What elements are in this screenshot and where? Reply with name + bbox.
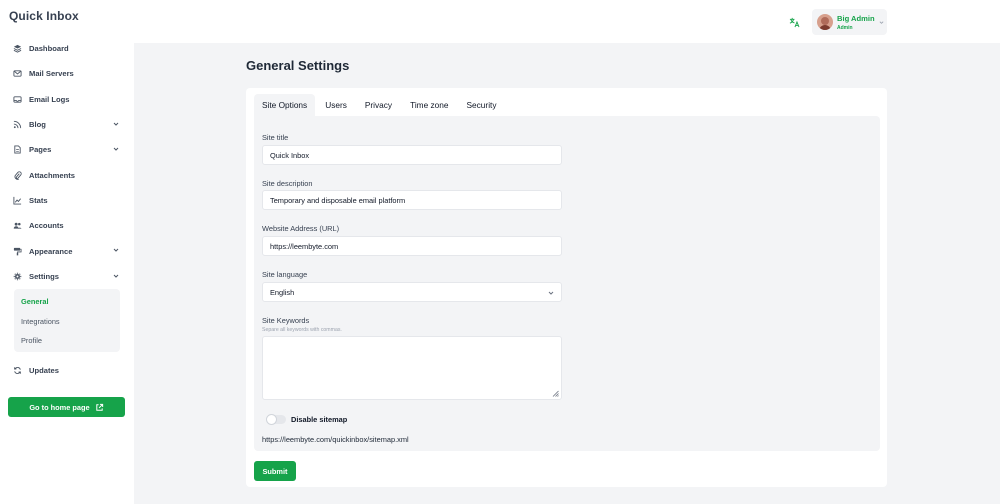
site-description-label: Site description	[262, 179, 313, 188]
sidebar-item-pages[interactable]: Pages	[0, 137, 134, 162]
chevron-down-icon	[113, 122, 119, 126]
sidebar: Quick Inbox Dashboard Mail Servers Email…	[0, 0, 134, 504]
site-keywords-label: Site Keywords	[262, 316, 310, 325]
sidebar-nav: Dashboard Mail Servers Email Logs Blog P…	[0, 36, 134, 383]
user-name: Big Admin	[837, 14, 875, 23]
user-menu[interactable]: Big Admin Admin	[812, 9, 887, 35]
settings-card: Site Options Users Privacy Time zone Sec…	[246, 88, 887, 487]
site-keywords-textarea[interactable]	[262, 336, 562, 400]
website-address-input[interactable]: https://leembyte.com	[262, 236, 562, 256]
site-options-panel: Site title Quick Inbox Site description …	[254, 116, 880, 451]
translate-icon[interactable]	[789, 17, 800, 28]
sidebar-item-mail-servers[interactable]: Mail Servers	[0, 61, 134, 86]
sidebar-item-settings[interactable]: Settings	[0, 264, 134, 289]
website-address-label: Website Address (URL)	[262, 224, 340, 233]
sidebar-item-appearance[interactable]: Appearance	[0, 238, 134, 263]
gear-icon	[12, 271, 22, 281]
site-language-label: Site language	[262, 270, 308, 279]
resize-handle-icon[interactable]	[552, 390, 559, 397]
users-icon	[12, 221, 22, 231]
disable-sitemap-label: Disable sitemap	[291, 415, 348, 424]
file-icon	[12, 145, 22, 155]
avatar	[817, 14, 833, 30]
site-language-value: English	[270, 287, 295, 297]
top-header: Big Admin Admin	[134, 0, 1000, 43]
site-title-input[interactable]: Quick Inbox	[262, 145, 562, 165]
tab-users[interactable]: Users	[317, 94, 355, 116]
sidebar-item-label: Pages	[29, 145, 52, 155]
sidebar-item-email-logs[interactable]: Email Logs	[0, 87, 134, 112]
sidebar-item-blog[interactable]: Blog	[0, 112, 134, 137]
submenu-item-integrations[interactable]: Integrations	[14, 311, 120, 331]
sidebar-item-stats[interactable]: Stats	[0, 188, 134, 213]
site-language-select[interactable]: English	[262, 282, 562, 302]
site-title-label: Site title	[262, 133, 289, 142]
refresh-icon	[12, 365, 22, 375]
toggle-knob	[266, 414, 277, 425]
app-brand: Quick Inbox	[9, 9, 79, 23]
sidebar-item-label: Stats	[29, 195, 48, 205]
sidebar-item-label: Settings	[29, 271, 59, 281]
disable-sitemap-toggle[interactable]	[266, 414, 286, 425]
sidebar-item-accounts[interactable]: Accounts	[0, 213, 134, 238]
tab-privacy[interactable]: Privacy	[357, 94, 400, 116]
tab-security[interactable]: Security	[459, 94, 505, 116]
external-link-icon	[95, 403, 103, 411]
submit-button[interactable]: Submit	[254, 461, 296, 481]
chevron-down-icon	[879, 21, 884, 24]
settings-submenu: General Integrations Profile	[14, 288, 120, 353]
go-to-home-label: Go to home page	[29, 402, 90, 412]
rss-icon	[12, 120, 22, 130]
site-description-input[interactable]: Temporary and disposable email platform	[262, 190, 562, 210]
paint-roller-icon	[12, 246, 22, 256]
site-keywords-hint: Separe all keywords with commas.	[262, 327, 342, 333]
chart-icon	[12, 195, 22, 205]
submenu-item-profile[interactable]: Profile	[14, 331, 120, 351]
user-role: Admin	[837, 25, 853, 31]
submenu-item-general[interactable]: General	[14, 292, 120, 312]
mail-icon	[12, 69, 22, 79]
sidebar-item-updates[interactable]: Updates	[0, 357, 134, 382]
page-title: General Settings	[246, 58, 350, 73]
layers-icon	[12, 44, 22, 54]
sidebar-item-label: Attachments	[29, 170, 75, 180]
settings-tabs: Site Options Users Privacy Time zone Sec…	[254, 94, 507, 116]
tab-time-zone[interactable]: Time zone	[402, 94, 456, 116]
go-to-home-button[interactable]: Go to home page	[8, 397, 125, 417]
sidebar-item-label: Mail Servers	[29, 69, 74, 79]
sitemap-url: https://leembyte.com/quickinbox/sitemap.…	[262, 435, 409, 444]
sidebar-item-dashboard[interactable]: Dashboard	[0, 36, 134, 61]
chevron-down-icon	[113, 249, 119, 253]
chevron-down-icon	[113, 274, 119, 278]
sidebar-item-label: Dashboard	[29, 44, 69, 54]
sidebar-item-label: Email Logs	[29, 94, 70, 104]
sidebar-item-label: Blog	[29, 120, 46, 130]
chevron-down-icon	[548, 291, 554, 295]
chevron-down-icon	[113, 147, 119, 151]
sidebar-item-label: Accounts	[29, 221, 64, 231]
sidebar-item-attachments[interactable]: Attachments	[0, 162, 134, 187]
paperclip-icon	[12, 170, 22, 180]
inbox-icon	[12, 94, 22, 104]
tab-site-options[interactable]: Site Options	[254, 94, 316, 116]
sidebar-item-label: Appearance	[29, 246, 73, 256]
sidebar-item-label: Updates	[29, 365, 59, 375]
